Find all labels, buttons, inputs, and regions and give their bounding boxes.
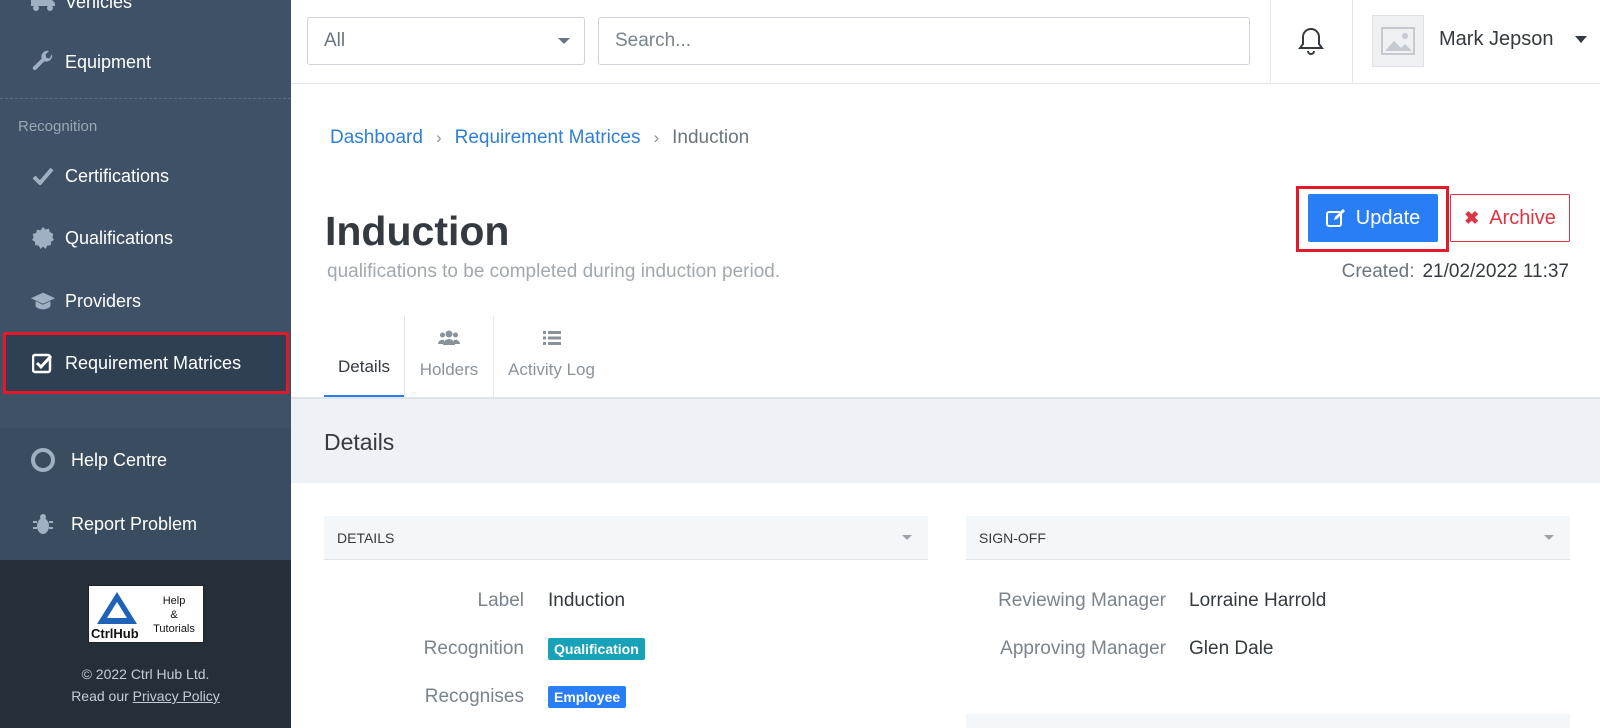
sidebar-item-label: Qualifications [65,227,174,248]
users-icon [438,330,460,345]
tab-bar: Details Holders Activity Log [324,316,609,398]
sidebar-item-label: Help Centre [71,449,168,470]
policy-prefix: Read our [71,688,129,704]
chevron-down-icon [558,38,570,44]
sidebar-divider [0,98,291,99]
sidebar-item-report-problem[interactable]: Report Problem [0,494,291,554]
sidebar-item-providers[interactable]: Providers [0,271,291,331]
chevron-right-icon: › [435,128,442,147]
certificate-icon [30,225,56,251]
row-value: Induction [548,590,626,611]
tab-holders[interactable]: Holders [404,316,493,398]
detail-row-label: Label Induction [324,590,626,612]
breadcrumb-current: Induction [672,127,750,148]
tab-label: Details [338,357,390,376]
created-label: Created: [1341,261,1415,282]
topbar: All Mark Jepson [291,0,1600,84]
breadcrumb-requirement-matrices[interactable]: Requirement Matrices [455,127,641,149]
user-name[interactable]: Mark Jepson [1439,28,1554,51]
chevron-down-icon[interactable] [1575,36,1587,43]
archive-button-label: Archive [1489,206,1556,229]
sidebar-section-label: Recognition [18,118,98,135]
tab-details[interactable]: Details [324,316,404,398]
panel-title: SIGN-OFF [979,529,1046,546]
details-panel-header[interactable]: DETAILS [324,516,928,560]
archive-button[interactable]: ✖ Archive [1450,194,1570,242]
list-icon [542,331,561,345]
sidebar: Vehicles Equipment Recognition Certifica… [0,0,291,728]
filter-select-value: All [324,30,346,51]
page-subtitle: qualifications to be completed during in… [327,261,781,282]
sidebar-item-help-centre[interactable]: Help Centre [0,430,291,490]
filter-select[interactable]: All [307,17,585,65]
details-section-header: Details [291,399,1600,483]
life-ring-icon [30,447,56,473]
sidebar-item-label: Certifications [65,165,170,186]
signoff-panel-header[interactable]: SIGN-OFF [966,516,1570,560]
bell-icon[interactable] [1297,26,1325,61]
update-button-label: Update [1355,206,1421,229]
signoff-row-approving-manager: Approving Manager Glen Dale [966,638,1274,660]
tab-label: Activity Log [508,360,595,379]
ctrlhub-logo[interactable]: CtrlHub Help & Tutorials [88,585,204,643]
signoff-panel-footer [966,714,1570,728]
sidebar-item-label: Requirement Matrices [65,352,242,373]
created-info: Created: 21/02/2022 11:37 [1342,261,1569,283]
search-input[interactable] [598,17,1250,65]
row-key: Approving Manager [1000,638,1166,659]
logo-triangle-icon [97,592,137,624]
chevron-down-icon [902,535,912,540]
update-button[interactable]: Update [1308,194,1438,242]
sidebar-item-requirement-matrices[interactable]: Requirement Matrices [0,333,291,393]
row-value: Glen Dale [1189,638,1274,659]
sidebar-item-label: Providers [65,290,142,311]
status-badge: Employee [548,686,627,708]
created-value: 21/02/2022 11:37 [1422,261,1569,282]
breadcrumb: Dashboard › Requirement Matrices › Induc… [330,127,749,149]
copyright: © 2022 Ctrl Hub Ltd. Read our Privacy Po… [0,663,291,707]
privacy-policy-link[interactable]: Privacy Policy [133,688,220,704]
breadcrumb-dashboard[interactable]: Dashboard [330,127,423,149]
tab-activity-log[interactable]: Activity Log [493,316,609,398]
row-key: Recognises [424,686,524,707]
topbar-divider [1352,0,1353,84]
status-badge: Qualification [548,638,645,660]
logo-help-text: Help & Tutorials [153,595,195,635]
sidebar-item-label: Vehicles [65,0,133,12]
signoff-row-reviewing-manager: Reviewing Manager Lorraine Harrold [966,590,1326,612]
page-title: Induction [325,208,510,254]
check-square-icon [30,350,56,376]
detail-row-recognition: Recognition Qualification [324,638,645,660]
copyright-text: © 2022 Ctrl Hub Ltd. [81,666,210,682]
sidebar-item-qualifications[interactable]: Qualifications [0,208,291,268]
section-title: Details [324,429,395,455]
panel-title: DETAILS [337,529,395,546]
avatar[interactable] [1372,15,1424,67]
sidebar-item-label: Equipment [65,51,152,72]
row-key: Label [477,590,525,611]
edit-icon [1325,209,1345,227]
truck-icon [30,0,56,15]
close-icon: ✖ [1464,207,1480,228]
chevron-down-icon [1544,535,1554,540]
sidebar-item-label: Report Problem [71,513,198,534]
tab-label: Holders [419,360,479,379]
detail-row-recognises: Recognises Employee [324,686,627,708]
image-placeholder-icon [1381,27,1415,55]
row-key: Reviewing Manager [998,590,1166,611]
row-key: Recognition [423,638,524,659]
row-value: Lorraine Harrold [1189,590,1327,611]
logo-brand: CtrlHub [91,626,139,641]
check-icon [30,163,56,189]
sidebar-item-equipment[interactable]: Equipment [0,32,291,92]
topbar-divider [1270,0,1271,84]
sidebar-item-vehicles[interactable]: Vehicles [0,0,291,32]
graduation-cap-icon [30,288,56,314]
bug-icon [30,511,56,537]
sidebar-item-certifications[interactable]: Certifications [0,146,291,206]
wrench-icon [30,49,56,75]
chevron-right-icon: › [653,128,660,147]
